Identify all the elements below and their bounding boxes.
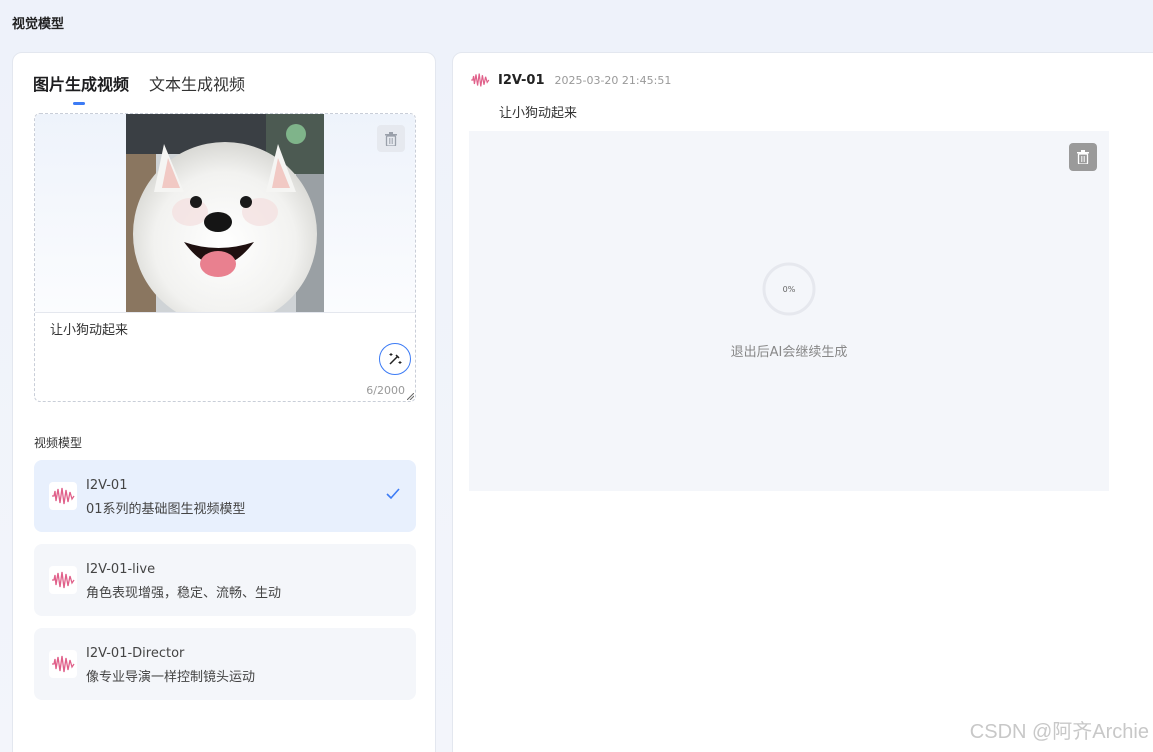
generation-status: 退出后AI会继续生成 [730,345,848,360]
char-counter: 6/2000 [366,384,405,397]
image-upload-zone[interactable] [35,114,415,313]
page-title: 视觉模型 [12,17,65,32]
model-description: 01系列的基础图生视频模型 [86,502,246,517]
model-name: I2V-01 [86,478,128,493]
model-name: I2V-01-live [86,562,156,577]
trash-icon [385,131,397,146]
prompt-textarea[interactable]: 让小狗动起来 [50,319,128,338]
result-header: I2V-01 2025-03-20 21:45:51 [470,72,671,88]
uploaded-dog-image [126,114,324,312]
resize-handle-icon[interactable] [407,393,414,400]
tab-text-to-video[interactable]: 文本生成视频 [149,71,245,105]
delete-image-button[interactable] [377,125,405,152]
model-description: 角色表现增强，稳定、流畅、生动 [86,586,282,601]
watermark: CSDN @阿齐Archie [969,721,1149,743]
model-card-i2v-01-live[interactable]: I2V-01-live 角色表现增强，稳定、流畅、生动 [34,544,416,616]
model-card-i2v-01[interactable]: I2V-01 01系列的基础图生视频模型 [34,460,416,532]
prompt-input-box[interactable]: 让小狗动起来 6/2000 [34,113,416,402]
magic-wand-icon [389,353,402,365]
delete-result-button[interactable] [1069,143,1097,171]
model-name: I2V-01-Director [86,646,185,661]
mode-tabs: 图片生成视频 文本生成视频 [33,71,245,105]
video-preview-area: 0% 退出后AI会继续生成 [469,131,1109,491]
result-panel: I2V-01 2025-03-20 21:45:51 让小狗动起来 0% 退出后… [452,52,1153,752]
waveform-icon [471,73,490,87]
result-timestamp: 2025-03-20 21:45:51 [554,73,672,87]
progress-percent: 0% [782,284,796,294]
model-description: 像专业导演一样控制镜头运动 [86,670,256,685]
tab-image-to-video[interactable]: 图片生成视频 [33,71,129,105]
model-card-i2v-01-director[interactable]: I2V-01-Director 像专业导演一样控制镜头运动 [34,628,416,700]
result-prompt: 让小狗动起来 [499,106,578,121]
trash-icon [1077,150,1089,164]
prompt-enhance-button[interactable] [379,343,411,375]
waveform-icon [49,650,77,678]
check-icon [386,488,400,500]
result-model-name: I2V-01 [498,72,545,88]
waveform-icon [49,482,77,510]
generation-panel: 图片生成视频 文本生成视频 让小狗动起来 6/2000 视频模型 I2V-01 … [12,52,436,752]
waveform-icon [49,566,77,594]
video-model-label: 视频模型 [34,436,83,450]
